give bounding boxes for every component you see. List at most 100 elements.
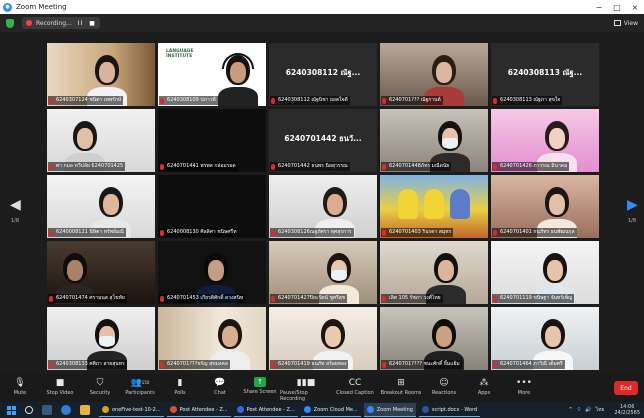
participant-face bbox=[67, 260, 83, 281]
muted-mic-icon bbox=[160, 295, 164, 302]
closed-caption-button[interactable]: CC Closed Caption bbox=[332, 374, 378, 397]
task-view-icon[interactable] bbox=[42, 405, 52, 415]
taskbar-app-button[interactable]: Zoom Meeting bbox=[363, 403, 416, 417]
app-icon bbox=[303, 406, 311, 413]
taskbar-app-label: Zoom Meeting bbox=[376, 406, 413, 413]
end-button[interactable]: End bbox=[614, 381, 638, 395]
participant-tile[interactable]: 6240701119 ขนิษฐา จันทร์เพ็ญ bbox=[491, 241, 599, 304]
more-button[interactable]: ••• More bbox=[504, 374, 544, 397]
meeting-toolbar: 🎙 Mute ■ Stop Video ⛉ Security 👥 150 Particip… bbox=[0, 374, 644, 402]
participant-tile[interactable]: 6240701442 ธนวั... 6240701442 ธนพร นิลสุว… bbox=[269, 109, 377, 172]
apps-button[interactable]: ⁂ Apps bbox=[464, 374, 504, 397]
zoom-app-icon: ● bbox=[3, 2, 12, 12]
participant-tile[interactable]: 6240701401 กนภัทร ธนพัฒนกุล bbox=[491, 175, 599, 238]
shield-icon: ⛉ bbox=[96, 377, 104, 388]
participant-tile[interactable]: LANGUAGE INSTITUTE 6240308109 ปภาวดี bbox=[158, 43, 266, 106]
participant-tile[interactable]: 6240701403 รินรดา สมุทร bbox=[380, 175, 488, 238]
participants-icon: 👥 150 bbox=[130, 377, 150, 388]
participant-name-label: 6240701448ภัทร มณีดนัย bbox=[381, 162, 452, 171]
participant-tile[interactable]: ศา กมล ทวีปลัย 6240701425 bbox=[47, 109, 155, 172]
windows-start-icon[interactable] bbox=[7, 405, 16, 415]
participant-tile[interactable]: 6240701???ชรัญ สุขมงคล bbox=[158, 307, 266, 370]
participant-tile[interactable]: 6240008121 นิษิตา ทรัพย์มณี bbox=[47, 175, 155, 238]
close-button[interactable]: × bbox=[626, 3, 644, 12]
participant-tile[interactable]: 6240701448ภัทร มณีดนัย bbox=[380, 109, 488, 172]
participant-tile[interactable]: 6240701???? ชนะศักดิ์ ยิ้มแย้ม bbox=[380, 307, 488, 370]
next-page-arrow-icon[interactable]: ▶ bbox=[627, 197, 638, 213]
chat-button[interactable]: 💬 Chat bbox=[200, 374, 240, 397]
muted-mic-icon bbox=[160, 361, 164, 368]
participant-tile[interactable]: 6240701427ปิยะรัตน์ ชูศรีสุข bbox=[269, 241, 377, 304]
volume-icon[interactable]: 🔊 bbox=[585, 407, 591, 413]
edge-browser-icon[interactable] bbox=[61, 405, 71, 415]
participant-tile[interactable]: 6240701464 ภาวิณี เต็มศรี bbox=[491, 307, 599, 370]
participant-name-label: 6240308112 ณัฐนิชา ยอดใจดี bbox=[270, 96, 350, 105]
participant-name: 6240308112 ณัฐนิชา ยอดใจดี bbox=[278, 97, 348, 103]
muted-mic-icon bbox=[49, 229, 53, 236]
participant-face bbox=[99, 62, 115, 83]
taskbar-clock[interactable]: 14:06 24/2/2565 bbox=[610, 404, 640, 416]
taskbar-app-button[interactable]: oneFive-test-10-2... bbox=[99, 403, 164, 417]
share-screen-button[interactable]: ↑ Share Screen bbox=[240, 374, 280, 395]
taskbar-app-button[interactable]: Zoom Cloud Me... bbox=[300, 403, 361, 417]
file-explorer-icon[interactable] bbox=[80, 405, 90, 415]
app-icon bbox=[366, 406, 374, 413]
participant-face bbox=[438, 260, 454, 281]
participant-tile[interactable]: 6240701419 ธนภัท สร้อยทอง bbox=[269, 307, 377, 370]
page-indicator-right: 1/8 bbox=[628, 218, 637, 224]
participant-name: 6240701???ชรัญ สุขมงคล bbox=[167, 361, 228, 367]
stop-video-button[interactable]: ■ Stop Video bbox=[40, 374, 80, 397]
participant-tile[interactable]: 6240701441 พรพล กล่อมรอด bbox=[158, 109, 266, 172]
chat-icon: 💬 bbox=[214, 377, 226, 388]
taskbar-app-button[interactable]: Post Attendee - Z... bbox=[233, 403, 298, 417]
participant-name: 6240701426 ภาวรณ มินาคม bbox=[500, 163, 568, 169]
security-button[interactable]: ⛉ Security bbox=[80, 374, 120, 397]
participant-name: 6240701464 ภาวิณี เต็มศรี bbox=[500, 361, 563, 367]
participant-tile[interactable]: 6240701453 เกียรติศักดิ์ ดวงสนิท bbox=[158, 241, 266, 304]
participant-tile[interactable]: 6240008130 ศิลลิศา ชนิษศรีท bbox=[158, 175, 266, 238]
pause-recording-icon[interactable]: II bbox=[78, 20, 84, 27]
muted-mic-icon bbox=[271, 229, 275, 236]
stop-recording-icon[interactable]: ■ bbox=[89, 20, 96, 27]
reactions-button[interactable]: ☺ Reactions bbox=[424, 374, 464, 397]
previous-page-arrow-icon[interactable]: ◀ bbox=[10, 197, 21, 213]
participant-face bbox=[208, 260, 224, 281]
participant-tile[interactable]: 6240701474 ศรามนส สุโขทัย bbox=[47, 241, 155, 304]
zoom-window: ● Zoom Meeting − □ × Recording... II ■ V… bbox=[0, 0, 644, 418]
participant-name-label: 6240701119 ขนิษฐา จันทร์เพ็ญ bbox=[492, 294, 575, 303]
participant-name-label: 6240701441 พรพล กล่อมรอด bbox=[159, 162, 238, 171]
participant-tile[interactable]: 6240307124 ชนิตา เทพรักษ์ bbox=[47, 43, 155, 106]
pause-stop-recording-button[interactable]: ▮▮■ Pause/Stop Recording bbox=[280, 374, 332, 403]
polls-icon: ▮ bbox=[177, 377, 183, 388]
language-indicator[interactable]: ไทย bbox=[596, 406, 605, 414]
participant-name-label: 6240701427ปิยะรัตน์ ชูศรีสุข bbox=[270, 294, 348, 303]
view-button[interactable]: View bbox=[613, 20, 638, 27]
breakout-rooms-button[interactable]: ⊞ Breakout Rooms bbox=[378, 374, 424, 397]
participant-face bbox=[103, 194, 119, 215]
participant-name: 6240701??? ณัฐกานต์ bbox=[389, 97, 441, 103]
participant-tile[interactable]: 6240701??? ณัฐกานต์ bbox=[380, 43, 488, 106]
taskbar-app-label: Post Attendee - Z... bbox=[246, 406, 295, 413]
maximize-button[interactable]: □ bbox=[608, 3, 626, 12]
participant-name-label: 6240701403 รินรดา สมุทร bbox=[381, 228, 454, 237]
participant-tile[interactable]: 6240701426 ภาวรณ มินาคม bbox=[491, 109, 599, 172]
mute-button[interactable]: 🎙 Mute bbox=[0, 374, 40, 397]
participant-tile[interactable]: 6240308133 ศศิภา สายสุนทร bbox=[47, 307, 155, 370]
taskbar-app-button[interactable]: Post Attendee - Z... bbox=[166, 403, 231, 417]
wifi-icon[interactable]: ⌔ bbox=[577, 407, 582, 413]
polls-button[interactable]: ▮ Polls bbox=[160, 374, 200, 397]
participant-face bbox=[222, 326, 238, 347]
search-icon[interactable] bbox=[25, 406, 33, 414]
tray-chevron-icon[interactable]: ^ bbox=[568, 407, 572, 413]
security-shield-icon[interactable] bbox=[6, 18, 14, 28]
participant-tile[interactable]: เลิศ 105 รัชภา วงศ์ไทย bbox=[380, 241, 488, 304]
participants-button[interactable]: 👥 150 Participants bbox=[120, 374, 160, 397]
taskbar-app-button[interactable]: script.docx - Word bbox=[418, 403, 481, 417]
minimize-button[interactable]: − bbox=[590, 3, 608, 12]
taskbar-app-label: script.docx - Word bbox=[431, 406, 478, 413]
participant-display-name: 6240308112 ณัฐ... bbox=[285, 68, 361, 77]
participant-tile[interactable]: 6240308126ณฐภัศรา ทุศสุรการ bbox=[269, 175, 377, 238]
window-title: Zoom Meeting bbox=[16, 3, 67, 11]
participant-tile[interactable]: 6240308112 ณัฐ... 6240308112 ณัฐนิชา ยอดใ… bbox=[269, 43, 377, 106]
participant-tile[interactable]: 6240308113 ณัฐ... 6240308113 ณัฐภา สุขใจ bbox=[491, 43, 599, 106]
